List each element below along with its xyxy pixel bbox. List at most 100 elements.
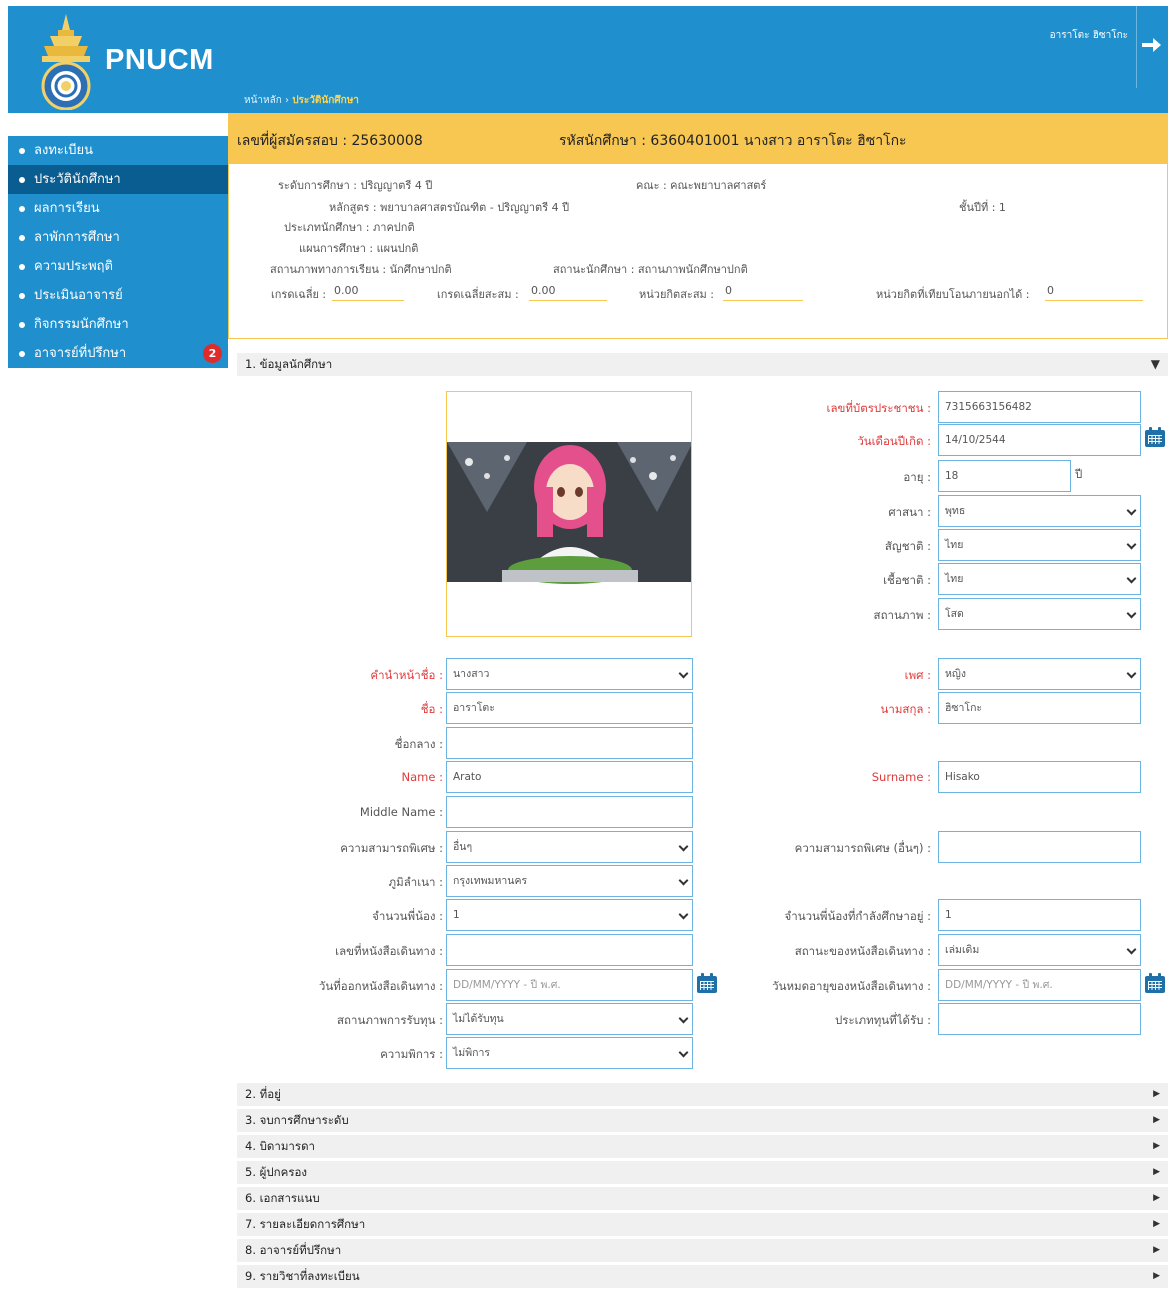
bullet-icon: [19, 177, 25, 183]
passport-status-label: สถานะของหนังสือเดินทาง :: [794, 944, 931, 958]
name-en-field[interactable]: Arato: [446, 761, 693, 793]
breadcrumb-home[interactable]: หน้าหลัก: [244, 95, 282, 106]
section-attachments[interactable]: 6. เอกสารแนบ ▶: [237, 1187, 1168, 1210]
calendar-icon[interactable]: [697, 973, 717, 993]
breadcrumb: หน้าหลัก › ประวัตินักศึกษา: [228, 88, 1168, 113]
ability-other-label: ความสามารถพิเศษ (อื่นๆ) :: [794, 841, 931, 855]
user-name[interactable]: อาราโตะ ฮิซาโกะ: [1050, 28, 1128, 43]
section-guardian[interactable]: 5. ผู้ปกครอง ▶: [237, 1161, 1168, 1184]
section-parents[interactable]: 4. บิดามารดา ▶: [237, 1135, 1168, 1158]
sidebar-item-label: ผลการเรียน: [34, 201, 100, 216]
passport-expire-field[interactable]: DD/MM/YYYY - ปี พ.ศ.: [938, 969, 1141, 1001]
nationality-label: สัญชาติ :: [884, 539, 931, 553]
arrow-right-icon[interactable]: [1142, 37, 1162, 53]
nationality-value: ไทย: [945, 539, 964, 551]
chevron-down-icon: [1126, 668, 1137, 679]
triangle-right-icon: ▶: [1153, 1089, 1160, 1099]
logo[interactable]: PNUCM: [8, 6, 228, 113]
calendar-icon[interactable]: [1145, 427, 1165, 447]
gpax-value: 0.00: [529, 284, 607, 301]
bullet-icon: [19, 293, 25, 299]
siblings-studying-field[interactable]: 1: [938, 899, 1141, 931]
age-field[interactable]: 18: [938, 460, 1071, 492]
chevron-down-icon: [1126, 539, 1137, 550]
calendar-icon[interactable]: [1145, 973, 1165, 993]
sidebar-item-advisor[interactable]: อาจารย์ที่ปรึกษา 2: [8, 339, 228, 368]
section-address[interactable]: 2. ที่อยู่ ▶: [237, 1083, 1168, 1106]
section-study-details[interactable]: 7. รายละเอียดการศึกษา ▶: [237, 1213, 1168, 1236]
siblings-select[interactable]: 1: [446, 899, 693, 931]
academic-status: สถานภาพทางการเรียน : นักศึกษาปกติ: [270, 263, 452, 276]
marital-select[interactable]: โสด: [938, 598, 1141, 630]
middle-name-en-label: Middle Name :: [359, 805, 443, 819]
transfer-credits-value: 0: [1045, 284, 1143, 301]
siblings-value: 1: [453, 909, 460, 921]
scholarship-status-select[interactable]: ไม่ได้รับทุน: [446, 1003, 693, 1035]
student-photo: [446, 391, 692, 637]
passport-status-select[interactable]: เล่มเดิม: [938, 934, 1141, 966]
scholarship-type-field[interactable]: [938, 1003, 1141, 1035]
section-title: 2. ที่อยู่: [245, 1087, 281, 1101]
sidebar-item-evaluate-teacher[interactable]: ประเมินอาจารย์: [8, 281, 228, 310]
section-registered-courses[interactable]: 9. รายวิชาที่ลงทะเบียน ▶: [237, 1265, 1168, 1288]
hometown-label: ภูมิลำเนา :: [388, 875, 443, 889]
sidebar-item-register[interactable]: ลงทะเบียน: [8, 136, 228, 165]
disability-value: ไม่พิการ: [453, 1047, 491, 1059]
sidebar: PNUCM ลงทะเบียน ประวัตินักศึกษา ผลการเรี…: [0, 0, 228, 1292]
passport-issue-field[interactable]: DD/MM/YYYY - ปี พ.ศ.: [446, 969, 693, 1001]
ability-other-field[interactable]: [938, 831, 1141, 863]
disability-label: ความพิการ :: [380, 1047, 443, 1061]
middle-name-en-field[interactable]: [446, 796, 693, 828]
triangle-down-icon: ▼: [1150, 357, 1160, 371]
race-value: ไทย: [945, 573, 964, 585]
section-advisor[interactable]: 8. อาจารย์ที่ปรึกษา ▶: [237, 1239, 1168, 1262]
sidebar-item-label: ประวัตินักศึกษา: [34, 172, 121, 187]
religion-label: ศาสนา :: [888, 505, 931, 519]
section-title: 9. รายวิชาที่ลงทะเบียน: [245, 1269, 360, 1283]
birthdate-label: วันเดือนปีเกิด :: [857, 434, 931, 448]
program: หลักสูตร : พยาบาลศาสตรบัณฑิต - ปริญญาตรี…: [329, 201, 570, 214]
breadcrumb-separator: ›: [285, 95, 290, 106]
gender-select[interactable]: หญิง: [938, 658, 1141, 690]
chevron-down-icon: [678, 909, 689, 920]
sidebar-item-grades[interactable]: ผลการเรียน: [8, 194, 228, 223]
section-previous-education[interactable]: 3. จบการศึกษาระดับ ▶: [237, 1109, 1168, 1132]
race-select[interactable]: ไทย: [938, 563, 1141, 595]
age-unit: ปี: [1075, 467, 1083, 481]
disability-select[interactable]: ไม่พิการ: [446, 1037, 693, 1069]
sidebar-item-leave[interactable]: ลาพักการศึกษา: [8, 223, 228, 252]
gender-value: หญิง: [945, 668, 966, 680]
middle-name-field[interactable]: [446, 727, 693, 759]
bullet-icon: [19, 235, 25, 241]
section-title: 8. อาจารย์ที่ปรึกษา: [245, 1243, 342, 1257]
prefix-select[interactable]: นางสาว: [446, 658, 693, 690]
sidebar-item-conduct[interactable]: ความประพฤติ: [8, 252, 228, 281]
religion-select[interactable]: พุทธ: [938, 495, 1141, 527]
section-title: 6. เอกสารแนบ: [245, 1191, 320, 1205]
first-name-label: ชื่อ :: [420, 702, 443, 716]
credits-label: หน่วยกิตสะสม :: [639, 288, 714, 301]
scholarship-status-label: สถานภาพการรับทุน :: [337, 1013, 443, 1027]
student-status: สถานะนักศึกษา : สถานภาพนักศึกษาปกติ: [553, 263, 748, 276]
hometown-select[interactable]: กรุงเทพมหานคร: [446, 865, 693, 897]
section-student-info[interactable]: 1. ข้อมูลนักศึกษา ▼: [237, 353, 1168, 376]
triangle-right-icon: ▶: [1153, 1141, 1160, 1151]
last-name-field[interactable]: ฮิซาโกะ: [938, 692, 1141, 724]
chevron-down-icon: [678, 1047, 689, 1058]
religion-value: พุทธ: [945, 505, 966, 517]
sidebar-item-activities[interactable]: กิจกรรมนักศึกษา: [8, 310, 228, 339]
triangle-right-icon: ▶: [1153, 1245, 1160, 1255]
sidebar-item-profile[interactable]: ประวัตินักศึกษา: [8, 165, 228, 194]
birthdate-field[interactable]: 14/10/2544: [938, 424, 1141, 456]
student-type: ประเภทนักศึกษา : ภาคปกติ: [284, 221, 415, 234]
ability-select[interactable]: อื่นๆ: [446, 831, 693, 863]
chevron-down-icon: [678, 841, 689, 852]
chevron-down-icon: [1126, 505, 1137, 516]
nationality-select[interactable]: ไทย: [938, 529, 1141, 561]
surname-en-field[interactable]: Hisako: [938, 761, 1141, 793]
passport-no-field[interactable]: [446, 934, 693, 966]
age-label: อายุ :: [903, 470, 931, 484]
id-card-field[interactable]: 7315663156482: [938, 391, 1141, 423]
first-name-field[interactable]: อาราโตะ: [446, 692, 693, 724]
credits-value: 0: [723, 284, 803, 301]
